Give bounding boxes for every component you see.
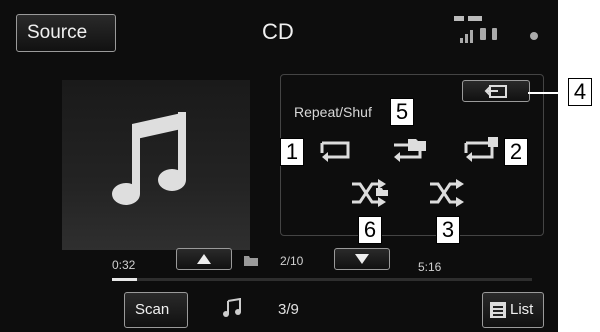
list-button-label: List bbox=[510, 301, 534, 318]
callout-4-leader bbox=[528, 92, 568, 94]
callout-6: 6 bbox=[358, 216, 382, 244]
signal-status-icon bbox=[452, 14, 542, 46]
progress-track bbox=[112, 278, 532, 281]
back-icon bbox=[484, 83, 508, 99]
elapsed-time: 0:32 bbox=[112, 258, 136, 272]
list-icon bbox=[490, 302, 506, 318]
callout-2: 2 bbox=[504, 138, 528, 166]
callout-4: 4 bbox=[568, 78, 592, 106]
repeat-shuffle-label: Repeat/Shuf bbox=[294, 104, 372, 120]
page-title: CD bbox=[262, 19, 294, 44]
cd-screen: Source CD Repeat/Shuf 0:32 2/10 5:16 Sca… bbox=[0, 0, 558, 332]
callout-3: 3 bbox=[436, 216, 460, 244]
music-note-icon bbox=[112, 112, 194, 208]
callout-1: 1 bbox=[280, 138, 304, 166]
track-position: 2/10 bbox=[280, 254, 304, 268]
shuffle-disc-button[interactable] bbox=[428, 178, 466, 208]
repeat-track-button[interactable] bbox=[318, 135, 354, 163]
up-arrow-icon bbox=[196, 253, 212, 265]
track-count: 3/9 bbox=[278, 301, 299, 318]
total-time: 5:16 bbox=[418, 260, 442, 274]
folder-icon bbox=[244, 255, 258, 266]
track-note-icon bbox=[222, 298, 242, 318]
progress-fill bbox=[112, 278, 138, 281]
down-arrow-icon bbox=[354, 253, 370, 265]
repeat-disc-button[interactable] bbox=[462, 135, 500, 163]
source-button-label: Source bbox=[27, 22, 88, 43]
scan-button-label: Scan bbox=[135, 301, 170, 318]
repeat-folder-button[interactable] bbox=[390, 135, 428, 163]
shuffle-folder-button[interactable] bbox=[350, 178, 388, 208]
callout-5: 5 bbox=[390, 98, 414, 126]
